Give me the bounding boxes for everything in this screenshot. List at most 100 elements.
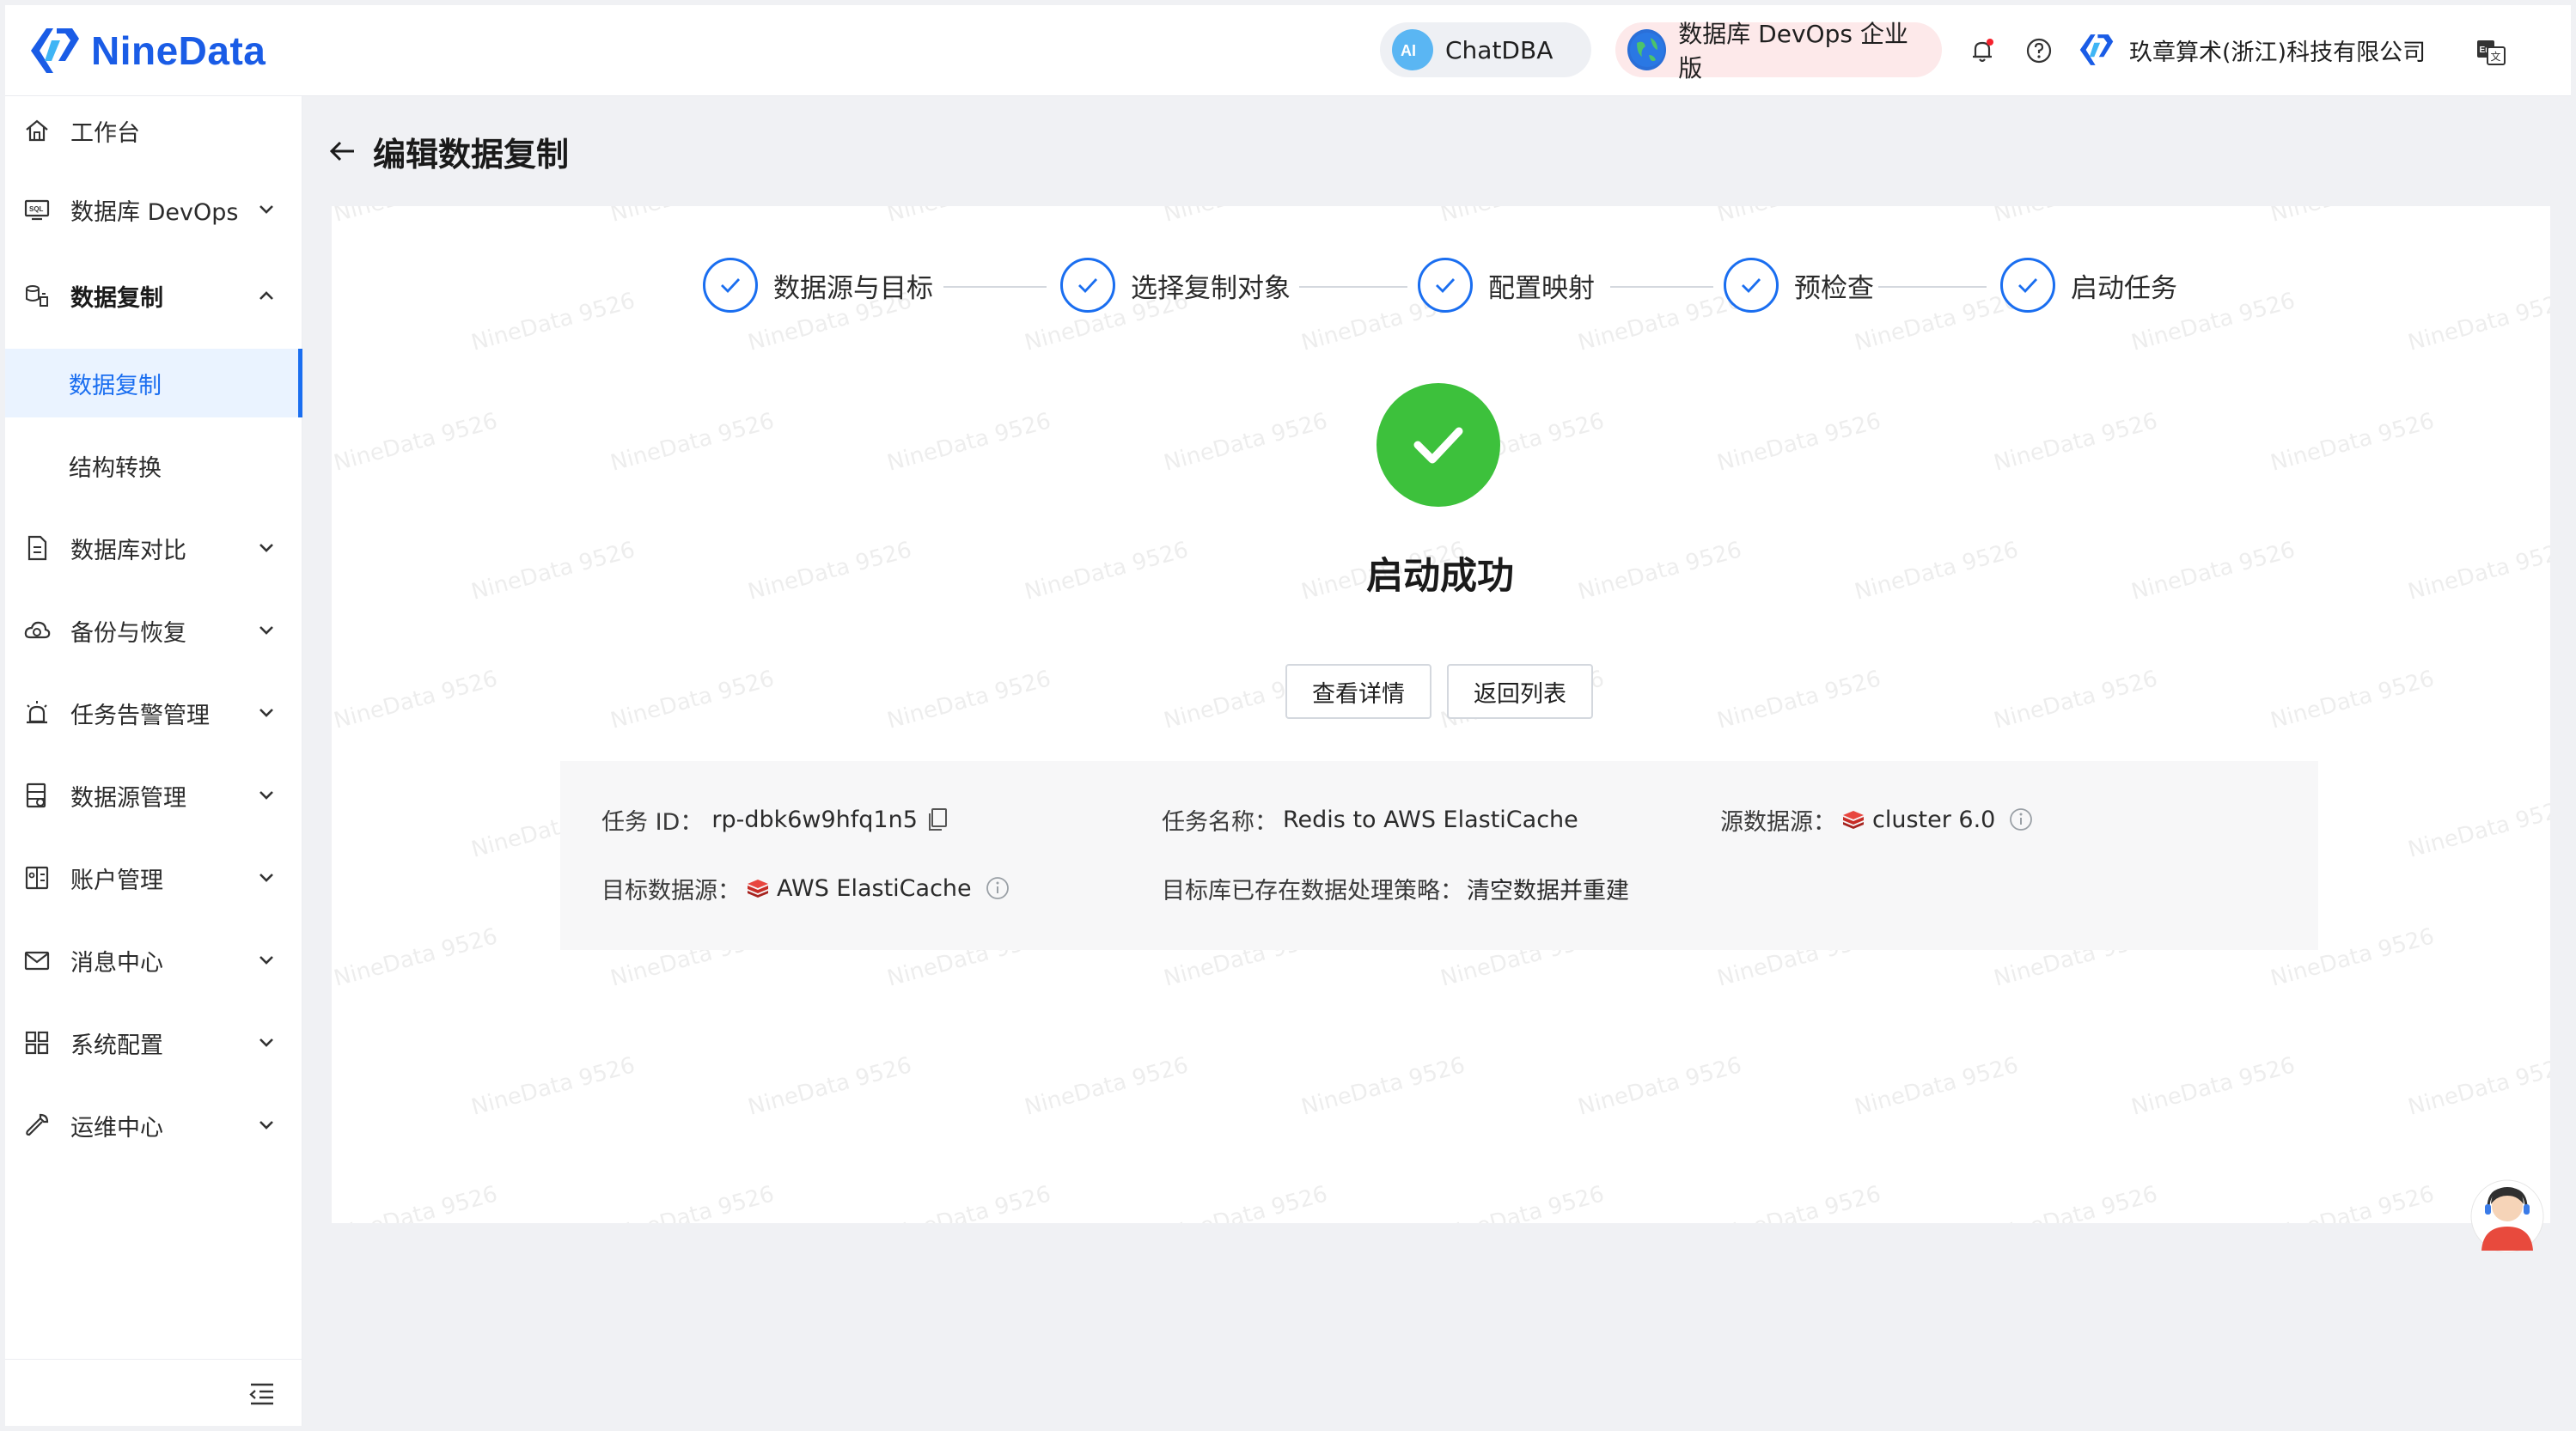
sidebar: 工作台 SQL 数据库 DevOps 数据复制 数据复制 结构转换 数据库对比 … xyxy=(5,96,302,1426)
watermark-text: NineData 9526 xyxy=(1161,1181,1331,1223)
sidebar-item-label: 数据库 DevOps xyxy=(70,198,239,226)
page-title: 编辑数据复制 xyxy=(327,125,569,177)
check-icon xyxy=(2000,258,2055,313)
sidebar-item-messages[interactable]: 消息中心 xyxy=(5,926,302,995)
cloud-backup-icon xyxy=(22,616,52,645)
company-switcher[interactable]: 玖章算术(浙江)科技有限公司 xyxy=(2078,24,2426,76)
sidebar-item-label: 数据库对比 xyxy=(70,537,186,564)
watermark-text: NineData 9526 xyxy=(1714,666,1884,734)
sidebar-item-system-config[interactable]: 系统配置 xyxy=(5,1008,302,1077)
chevron-up-icon xyxy=(259,291,273,300)
task-info-panel: 任务 ID： rp-dbk6w9hfq1n5 任务名称： Redis to AW… xyxy=(560,761,2318,950)
watermark-text: NineData 9526 xyxy=(1991,666,2161,734)
back-arrow-icon[interactable] xyxy=(327,136,357,167)
watermark-text: NineData 9526 xyxy=(745,537,915,606)
watermark-text: NineData 9526 xyxy=(607,666,778,734)
view-details-button[interactable]: 查看详情 xyxy=(1285,664,1431,719)
chevron-down-icon xyxy=(259,956,273,965)
sidebar-subitem-label: 数据复制 xyxy=(69,372,162,399)
chevron-down-icon xyxy=(259,544,273,552)
watermark-text: NineData 9526 xyxy=(2405,1052,2550,1121)
chevron-down-icon xyxy=(259,709,273,717)
sidebar-item-workbench[interactable]: 工作台 xyxy=(5,96,302,165)
step-label: 数据源与目标 xyxy=(773,272,933,304)
watermark-text: NineData 9526 xyxy=(2268,666,2438,734)
watermark-text: NineData 9526 xyxy=(2405,288,2550,356)
top-header: NineData AI ChatDBA 数据库 DevOps 企业版 玖章算术(… xyxy=(5,5,2571,96)
chevron-down-icon xyxy=(259,626,273,635)
info-icon[interactable] xyxy=(2009,807,2033,831)
wrench-icon xyxy=(22,1111,52,1140)
copy-icon[interactable] xyxy=(926,807,949,831)
strategy-value: 清空数据并重建 xyxy=(1467,877,1629,904)
sidebar-collapse-bar xyxy=(5,1359,302,1426)
step-connector xyxy=(1878,286,1987,288)
target-row: 目标数据源： AWS ElastiCache xyxy=(601,871,1010,905)
sidebar-item-account[interactable]: 账户管理 xyxy=(5,843,302,912)
step-precheck: 预检查 xyxy=(1724,258,1874,313)
logo[interactable]: NineData xyxy=(27,21,266,81)
grid-icon xyxy=(22,1028,52,1057)
watermark-text: NineData 9526 xyxy=(607,408,778,477)
watermark-text: NineData 9526 xyxy=(1022,1052,1192,1121)
check-icon xyxy=(703,258,758,313)
target-label: 目标数据源： xyxy=(601,877,741,904)
sidebar-item-label: 运维中心 xyxy=(70,1114,163,1142)
language-switch-icon[interactable]: En 文 xyxy=(2475,36,2507,69)
watermark-text: NineData 9526 xyxy=(1022,537,1192,606)
watermark-text: NineData 9526 xyxy=(2405,537,2550,606)
sidebar-item-label: 消息中心 xyxy=(70,949,163,977)
account-icon xyxy=(22,863,52,892)
sidebar-item-backup[interactable]: 备份与恢复 xyxy=(5,596,302,665)
sidebar-item-replication[interactable]: 数据复制 xyxy=(5,261,302,330)
sidebar-item-datasource[interactable]: 数据源管理 xyxy=(5,761,302,830)
chevron-down-icon xyxy=(259,1038,273,1047)
watermark-text: NineData 9526 xyxy=(1438,1181,1608,1223)
watermark-text: NineData 9526 xyxy=(1714,1181,1884,1223)
watermark-text: NineData 9526 xyxy=(2268,1181,2438,1223)
sidebar-item-label: 系统配置 xyxy=(70,1032,163,1059)
sidebar-item-devops[interactable]: SQL 数据库 DevOps xyxy=(5,175,302,244)
chevron-down-icon xyxy=(259,1121,273,1130)
watermark-text: NineData 9526 xyxy=(468,537,638,606)
watermark-text: NineData 9526 xyxy=(1714,408,1884,477)
watermark-text: NineData 9526 xyxy=(1161,206,1330,228)
watermark-text: NineData 9526 xyxy=(332,408,501,477)
devops-edition-button[interactable]: 数据库 DevOps 企业版 xyxy=(1615,20,1942,82)
watermark-text: NineData 9526 xyxy=(607,206,777,228)
watermark-text: NineData 9526 xyxy=(332,1181,501,1223)
bell-icon[interactable] xyxy=(1968,36,1997,65)
chevron-down-icon xyxy=(259,874,273,882)
help-icon[interactable] xyxy=(2024,36,2054,65)
sidebar-item-alarm[interactable]: 任务告警管理 xyxy=(5,679,302,747)
chatdba-label: ChatDBA xyxy=(1445,35,1554,64)
menu-fold-icon[interactable] xyxy=(247,1379,277,1408)
chevron-down-icon xyxy=(259,791,273,800)
sidebar-item-db-compare[interactable]: 数据库对比 xyxy=(5,514,302,582)
sidebar-subitem-replication[interactable]: 数据复制 xyxy=(5,349,302,417)
back-to-list-button[interactable]: 返回列表 xyxy=(1447,664,1593,719)
sidebar-subitem-schema-conversion[interactable]: 结构转换 xyxy=(5,431,302,500)
watermark-text: NineData 9526 xyxy=(2268,408,2438,477)
step-label: 配置映射 xyxy=(1488,272,1595,304)
chevron-down-icon xyxy=(259,205,273,214)
svg-text:SQL: SQL xyxy=(29,205,44,213)
main-card: NineData 9526 NineData 9526 NineData 9526 N… xyxy=(332,206,2550,1223)
step-label: 选择复制对象 xyxy=(1131,272,1291,304)
watermark-text: NineData 9526 xyxy=(607,1181,778,1223)
success-check-icon xyxy=(1377,383,1500,507)
watermark-text: NineData 9526 xyxy=(1852,537,2022,606)
support-avatar-icon[interactable] xyxy=(2469,1173,2545,1254)
source-value: cluster 6.0 xyxy=(1872,806,1996,833)
sidebar-item-ops-center[interactable]: 运维中心 xyxy=(5,1091,302,1160)
source-row: 源数据源： cluster 6.0 xyxy=(1720,802,2033,837)
info-icon[interactable] xyxy=(986,876,1010,900)
step-connector xyxy=(1610,286,1713,288)
check-icon xyxy=(1060,258,1115,313)
chatdba-button[interactable]: AI ChatDBA xyxy=(1380,22,1591,77)
watermark-text: NineData 9526 xyxy=(2128,1052,2298,1121)
watermark-text: NineData 9526 xyxy=(1991,206,2160,228)
watermark-text: NineData 9526 xyxy=(1161,408,1331,477)
replication-icon xyxy=(22,281,52,310)
task-name-row: 任务名称： Redis to AWS ElastiCache xyxy=(1162,802,1578,837)
